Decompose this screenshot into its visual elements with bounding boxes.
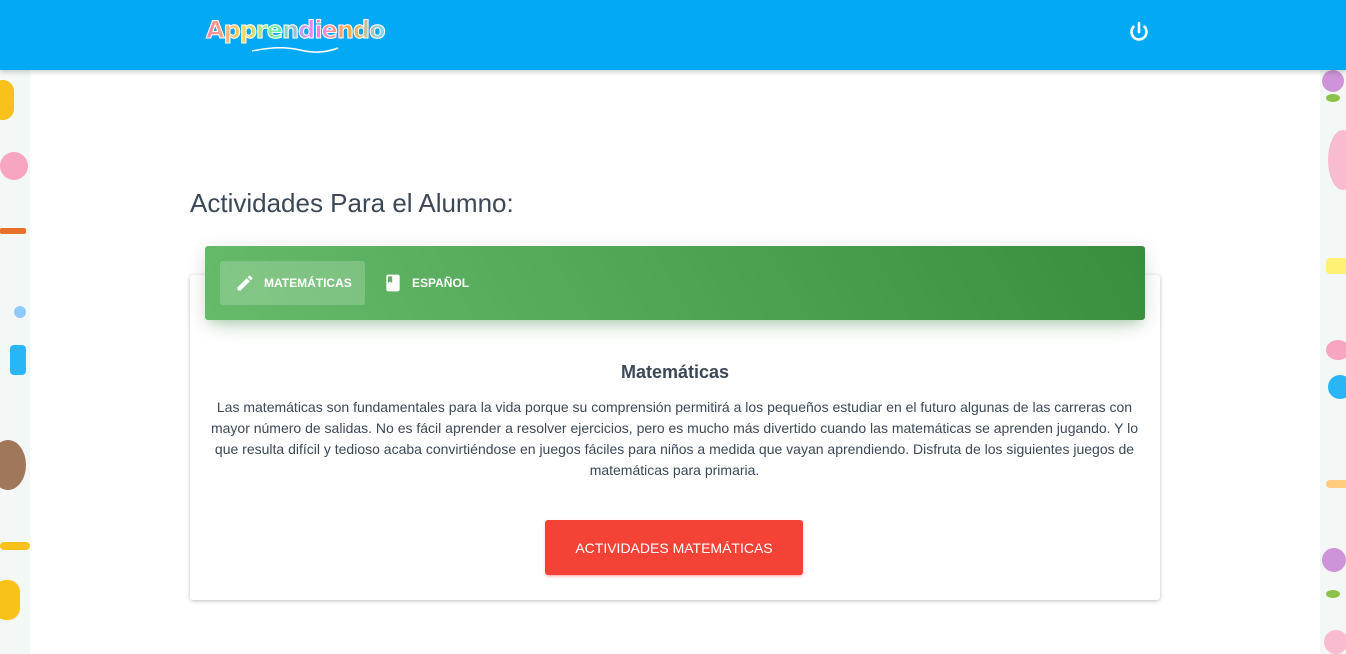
right-decoration [1320, 70, 1346, 654]
top-navbar: Apprendiendo [0, 0, 1346, 70]
tabs-header: MATEMÁTICAS ESPAÑOL [205, 246, 1145, 320]
section-title: Matemáticas [620, 362, 730, 382]
actividades-matematicas-button[interactable]: ACTIVIDADES MATEMÁTICAS [545, 520, 803, 575]
pencil-icon [235, 272, 255, 294]
tab-matematicas-label: MATEMÁTICAS [264, 276, 352, 290]
app-logo[interactable]: Apprendiendo [206, 16, 386, 56]
logo-swoosh [251, 47, 339, 53]
main-content: Actividades Para el Alumno: MATEMÁTICAS … [30, 70, 1320, 654]
book-icon [383, 272, 403, 294]
left-decoration [0, 70, 30, 654]
logo-text: Apprendiendo [206, 16, 387, 45]
power-icon[interactable] [1127, 20, 1151, 44]
tab-espanol[interactable]: ESPAÑOL [368, 261, 478, 305]
page-title: Actividades Para el Alumno: [190, 188, 514, 218]
tab-matematicas[interactable]: MATEMÁTICAS [220, 261, 365, 305]
section-description: Las matemáticas son fundamentales para l… [210, 399, 1139, 478]
tab-espanol-label: ESPAÑOL [412, 276, 470, 290]
